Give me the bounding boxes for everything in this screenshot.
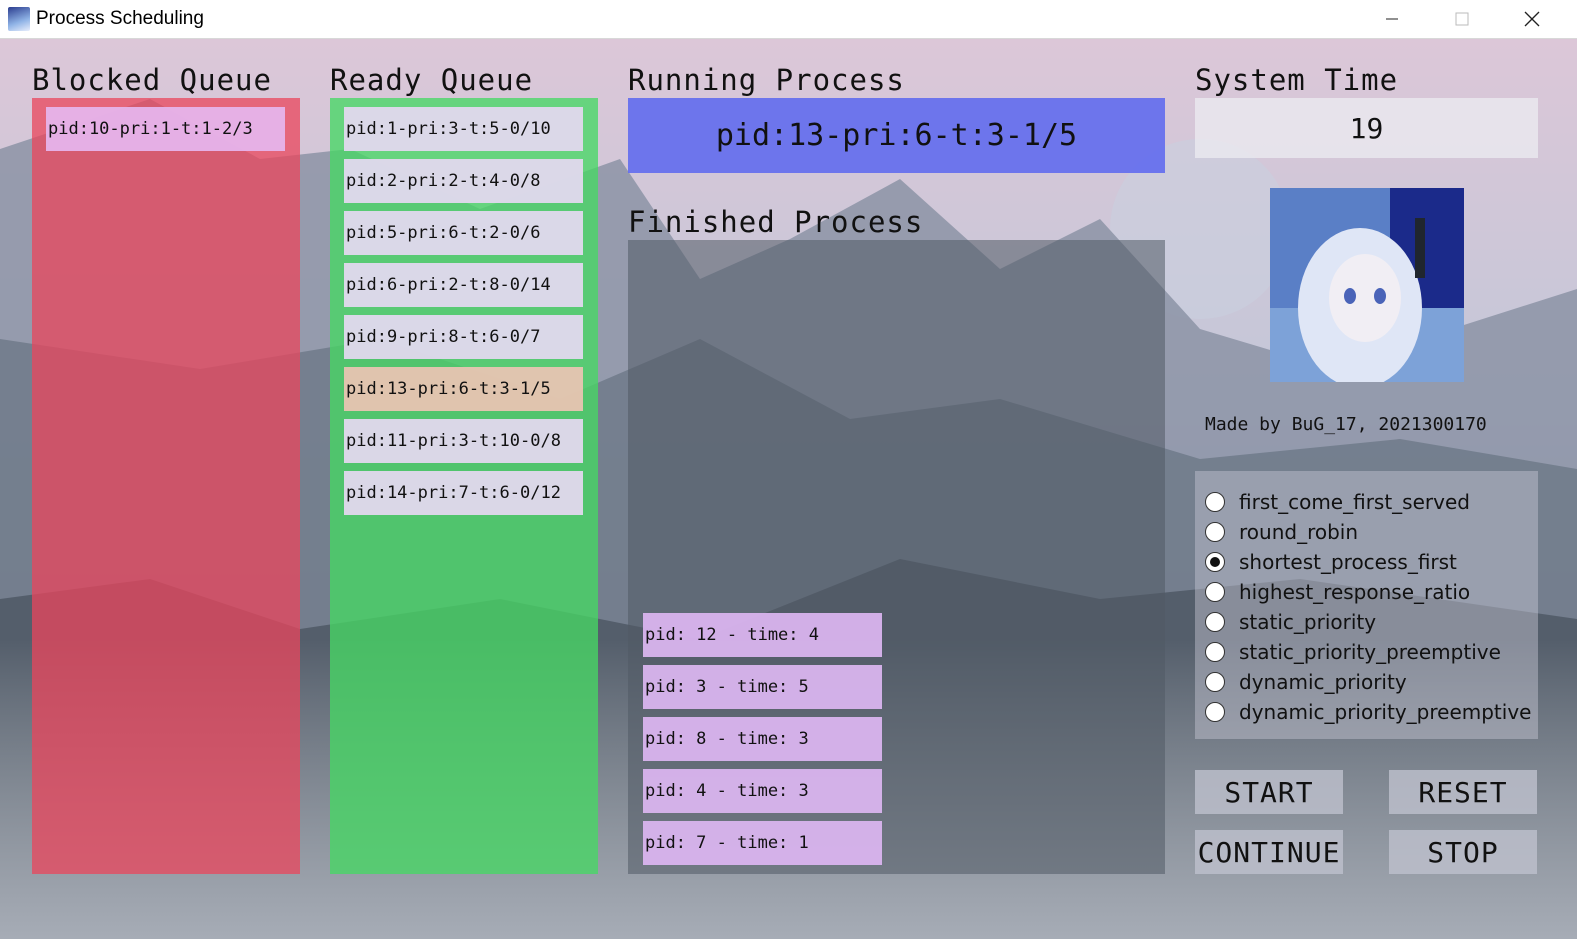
radio-button[interactable] (1205, 552, 1225, 572)
finished-process-item: pid: 7 - time: 1 (643, 821, 882, 865)
algorithm-option-dynamic-priority-preemptive[interactable]: dynamic_priority_preemptive (1205, 698, 1531, 726)
ready-process-item: pid:5-pri:6-t:2-0/6 (344, 211, 583, 255)
radio-label: static_priority (1239, 610, 1377, 634)
maximize-icon (1455, 12, 1469, 26)
ready-process-item: pid:9-pri:8-t:6-0/7 (344, 315, 583, 359)
running-process-box: pid:13-pri:6-t:3-1/5 (628, 98, 1165, 173)
algorithm-option-highest-response-ratio[interactable]: highest_response_ratio (1205, 578, 1470, 606)
algorithm-option-static-priority-preemptive[interactable]: static_priority_preemptive (1205, 638, 1501, 666)
window-title: Process Scheduling (36, 8, 204, 29)
radio-button[interactable] (1205, 582, 1225, 602)
algorithm-option-shortest-process-first[interactable]: shortest_process_first (1205, 548, 1457, 576)
finished-process-heading: Finished Process (628, 205, 924, 239)
ready-process-item: pid:11-pri:3-t:10-0/8 (344, 419, 583, 463)
ready-queue-heading: Ready Queue (330, 63, 534, 97)
close-icon (1524, 11, 1540, 27)
radio-button[interactable] (1205, 522, 1225, 542)
radio-label: static_priority_preemptive (1239, 640, 1501, 664)
ready-process-item: pid:2-pri:2-t:4-0/8 (344, 159, 583, 203)
algorithm-option-dynamic-priority[interactable]: dynamic_priority (1205, 668, 1407, 696)
radio-label: round_robin (1239, 520, 1359, 544)
minimize-button[interactable] (1357, 0, 1427, 38)
radio-button[interactable] (1205, 492, 1225, 512)
ready-process-item: pid:13-pri:6-t:3-1/5 (344, 367, 583, 411)
minimize-icon (1386, 18, 1398, 20)
blocked-queue-heading: Blocked Queue (32, 63, 272, 97)
radio-selected-dot (1210, 557, 1220, 567)
radio-label: highest_response_ratio (1239, 580, 1471, 604)
client-area: Blocked Queue pid:10-pri:1-t:1-2/3 Ready… (0, 39, 1577, 939)
ready-process-item: pid:14-pri:7-t:6-0/12 (344, 471, 583, 515)
ready-process-item: pid:1-pri:3-t:5-0/10 (344, 107, 583, 151)
radio-button[interactable] (1205, 672, 1225, 692)
radio-label: dynamic_priority_preemptive (1239, 700, 1532, 724)
system-time-value: 19 (1195, 98, 1538, 158)
app-icon (8, 7, 30, 31)
avatar (1270, 188, 1464, 382)
ready-process-item: pid:6-pri:2-t:8-0/14 (344, 263, 583, 307)
running-process-heading: Running Process (628, 63, 905, 97)
system-time-heading: System Time (1195, 63, 1399, 97)
radio-button[interactable] (1205, 702, 1225, 722)
radio-label: dynamic_priority (1239, 670, 1407, 694)
credit-text: Made by BuG_17, 2021300170 (1205, 414, 1487, 435)
finished-process-item: pid: 4 - time: 3 (643, 769, 882, 813)
continue-button[interactable]: CONTINUE (1195, 830, 1343, 874)
stop-button[interactable]: STOP (1389, 830, 1537, 874)
blocked-process-item: pid:10-pri:1-t:1-2/3 (46, 107, 285, 151)
radio-button[interactable] (1205, 642, 1225, 662)
finished-process-item: pid: 3 - time: 5 (643, 665, 882, 709)
maximize-button[interactable] (1427, 0, 1497, 38)
blocked-queue-panel (32, 98, 300, 874)
window-titlebar: Process Scheduling (0, 0, 1577, 39)
close-button[interactable] (1497, 0, 1567, 38)
radio-label: first_come_first_served (1239, 490, 1470, 514)
start-button[interactable]: START (1195, 770, 1343, 814)
finished-process-item: pid: 12 - time: 4 (643, 613, 882, 657)
algorithm-option-static-priority[interactable]: static_priority (1205, 608, 1376, 636)
algorithm-option-round-robin[interactable]: round_robin (1205, 518, 1358, 546)
algorithm-option-first-come-first-served[interactable]: first_come_first_served (1205, 488, 1470, 516)
reset-button[interactable]: RESET (1389, 770, 1537, 814)
radio-label: shortest_process_first (1239, 550, 1457, 574)
radio-button[interactable] (1205, 612, 1225, 632)
finished-process-item: pid: 8 - time: 3 (643, 717, 882, 761)
